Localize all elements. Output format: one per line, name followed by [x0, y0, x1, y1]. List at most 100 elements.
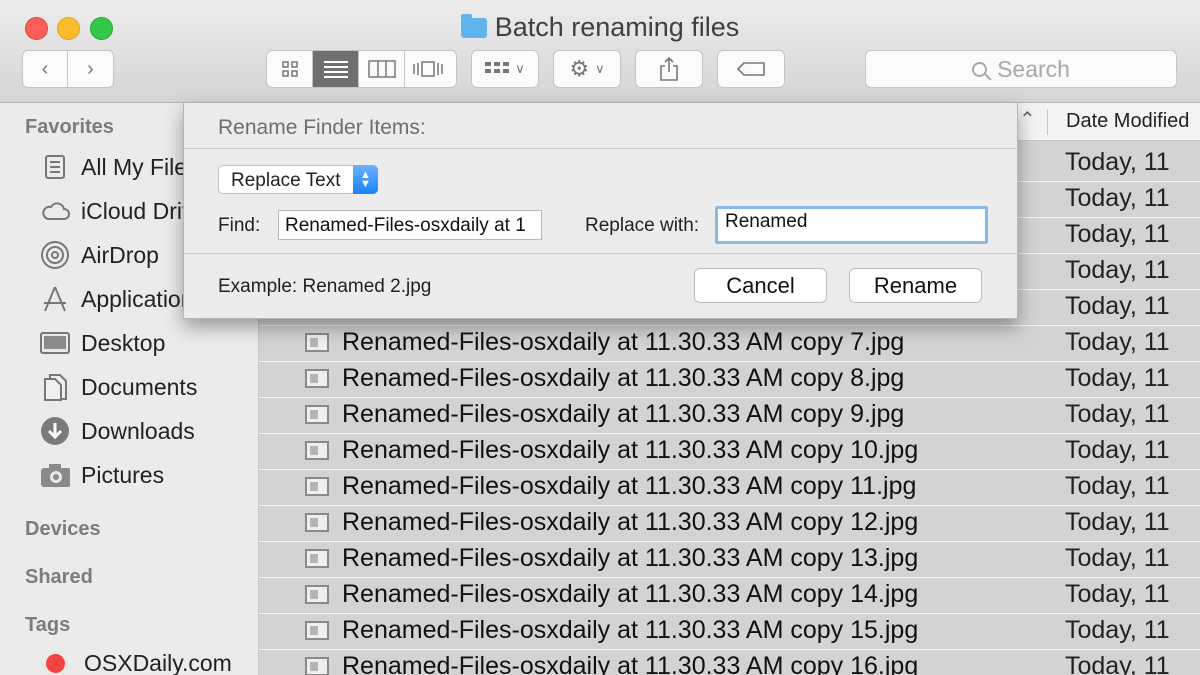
sidebar-item-label: Downloads	[81, 417, 195, 444]
rename-mode-popup[interactable]: Replace Text ▲ ▼	[218, 165, 378, 194]
sidebar-item-icloud-drive[interactable]: iCloud Drive	[40, 193, 206, 229]
sidebar-heading-devices[interactable]: Devices	[25, 518, 101, 541]
back-forward-control: ‹ ›	[22, 50, 114, 88]
folder-icon	[460, 14, 487, 38]
file-name: Renamed-Files-osxdaily at 11.30.33 AM co…	[342, 652, 919, 675]
table-row[interactable]: Renamed-Files-osxdaily at 11.30.33 AM co…	[259, 326, 1200, 362]
replace-with-field[interactable]: Renamed	[715, 206, 988, 244]
cloud-icon	[40, 197, 70, 225]
share-icon	[660, 57, 678, 81]
search-field[interactable]: Search	[865, 50, 1177, 88]
image-file-icon	[305, 549, 329, 568]
forward-button[interactable]: ›	[68, 51, 113, 87]
camera-icon	[40, 461, 70, 489]
sidebar-item-label: Documents	[81, 373, 198, 400]
image-file-icon	[305, 477, 329, 496]
sidebar-item-downloads[interactable]: Downloads	[40, 413, 195, 449]
table-row[interactable]: Renamed-Files-osxdaily at 11.30.33 AM co…	[259, 470, 1200, 506]
documents-icon	[40, 373, 70, 401]
sidebar-heading-favorites: Favorites	[25, 116, 114, 138]
edit-tags-button[interactable]	[717, 50, 785, 88]
chevron-left-icon: ‹	[41, 57, 49, 80]
airdrop-icon	[40, 241, 70, 269]
share-button[interactable]	[635, 50, 703, 88]
table-row[interactable]: Renamed-Files-osxdaily at 11.30.33 AM co…	[259, 434, 1200, 470]
file-date: Today, 11	[1065, 508, 1170, 536]
rename-mode-value: Replace Text	[231, 170, 341, 191]
list-view-icon	[323, 61, 348, 78]
file-date: Today, 11	[1065, 616, 1170, 644]
arrange-grid-icon	[485, 62, 510, 73]
sidebar-item-desktop[interactable]: Desktop	[40, 325, 165, 361]
column-view-icon	[367, 60, 396, 78]
column-divider[interactable]	[1047, 109, 1048, 135]
search-icon	[972, 61, 988, 77]
arrange-button[interactable]: ∨	[471, 50, 539, 88]
file-name: Renamed-Files-osxdaily at 11.30.33 AM co…	[342, 472, 917, 500]
sidebar-item-airdrop[interactable]: AirDrop	[40, 237, 159, 273]
image-file-icon	[305, 333, 329, 352]
rename-button[interactable]: Rename	[849, 268, 982, 303]
example-text: Example: Renamed 2.jpg	[218, 276, 432, 297]
finder-window: Batch renaming files ‹ › ∨ ⚙ ∨ Search Fa…	[0, 0, 1200, 675]
table-row[interactable]: Renamed-Files-osxdaily at 11.30.33 AM co…	[259, 614, 1200, 650]
sidebar-item-label: All My Files	[81, 153, 199, 180]
file-date: Today, 11	[1065, 436, 1170, 464]
sidebar-item-all-my-files[interactable]: All My Files	[40, 149, 199, 185]
file-name: Renamed-Files-osxdaily at 11.30.33 AM co…	[342, 616, 919, 644]
column-view-button[interactable]	[359, 51, 405, 87]
file-date: Today, 11	[1065, 256, 1170, 284]
table-row[interactable]: Renamed-Files-osxdaily at 11.30.33 AM co…	[259, 650, 1200, 675]
sidebar-heading-shared[interactable]: Shared	[25, 566, 93, 589]
file-date: Today, 11	[1065, 652, 1170, 675]
sidebar-item-label: Desktop	[81, 329, 166, 356]
sidebar-item-applications[interactable]: Applications	[40, 281, 205, 317]
icon-view-button[interactable]	[267, 51, 313, 87]
tag-icon	[736, 62, 765, 76]
image-file-icon	[305, 621, 329, 640]
sidebar-item-pictures[interactable]: Pictures	[40, 457, 164, 493]
file-date: Today, 11	[1065, 184, 1170, 212]
sidebar-tag-label: OSXDaily.com	[84, 649, 232, 675]
list-view-button[interactable]	[313, 51, 359, 87]
chevron-down-icon: ∨	[515, 61, 525, 76]
file-date: Today, 11	[1065, 292, 1170, 320]
sidebar-item-documents[interactable]: Documents	[40, 369, 197, 405]
toolbar: Batch renaming files ‹ › ∨ ⚙ ∨ Search	[0, 0, 1200, 103]
cover-flow-icon	[413, 61, 443, 77]
dialog-divider	[184, 253, 1017, 254]
find-field[interactable]: Renamed-Files-osxdaily at 1	[278, 210, 542, 240]
file-date: Today, 11	[1065, 328, 1170, 356]
table-row[interactable]: Renamed-Files-osxdaily at 11.30.33 AM co…	[259, 506, 1200, 542]
action-button[interactable]: ⚙ ∨	[553, 50, 621, 88]
file-name: Renamed-Files-osxdaily at 11.30.33 AM co…	[342, 436, 919, 464]
file-date: Today, 11	[1065, 472, 1170, 500]
table-row[interactable]: Renamed-Files-osxdaily at 11.30.33 AM co…	[259, 578, 1200, 614]
file-date: Today, 11	[1065, 580, 1170, 608]
sidebar-tag-osxdaily[interactable]: OSXDaily.com	[40, 645, 232, 675]
table-row[interactable]: Renamed-Files-osxdaily at 11.30.33 AM co…	[259, 542, 1200, 578]
chevron-down-icon: ∨	[595, 61, 605, 76]
file-name: Renamed-Files-osxdaily at 11.30.33 AM co…	[342, 580, 919, 608]
find-label: Find:	[218, 215, 261, 236]
desktop-icon	[40, 329, 70, 357]
table-row[interactable]: Renamed-Files-osxdaily at 11.30.33 AM co…	[259, 362, 1200, 398]
image-file-icon	[305, 441, 329, 460]
back-button[interactable]: ‹	[23, 51, 69, 87]
cover-flow-view-button[interactable]	[405, 51, 451, 87]
file-date: Today, 11	[1065, 400, 1170, 428]
sidebar-item-label: AirDrop	[81, 241, 159, 268]
sort-ascending-icon[interactable]: ⌃	[1019, 107, 1036, 132]
file-date: Today, 11	[1065, 544, 1170, 572]
icon-view-icon	[281, 61, 298, 77]
sidebar-heading-tags[interactable]: Tags	[25, 614, 70, 637]
column-header-date-modified[interactable]: Date Modified	[1066, 110, 1189, 133]
cancel-button[interactable]: Cancel	[694, 268, 827, 303]
table-row[interactable]: Renamed-Files-osxdaily at 11.30.33 AM co…	[259, 398, 1200, 434]
applications-icon	[40, 285, 70, 313]
file-date: Today, 11	[1065, 220, 1170, 248]
file-name: Renamed-Files-osxdaily at 11.30.33 AM co…	[342, 508, 919, 536]
file-date: Today, 11	[1065, 364, 1170, 392]
popup-arrows-icon: ▲ ▼	[353, 165, 378, 194]
file-name: Renamed-Files-osxdaily at 11.30.33 AM co…	[342, 400, 905, 428]
